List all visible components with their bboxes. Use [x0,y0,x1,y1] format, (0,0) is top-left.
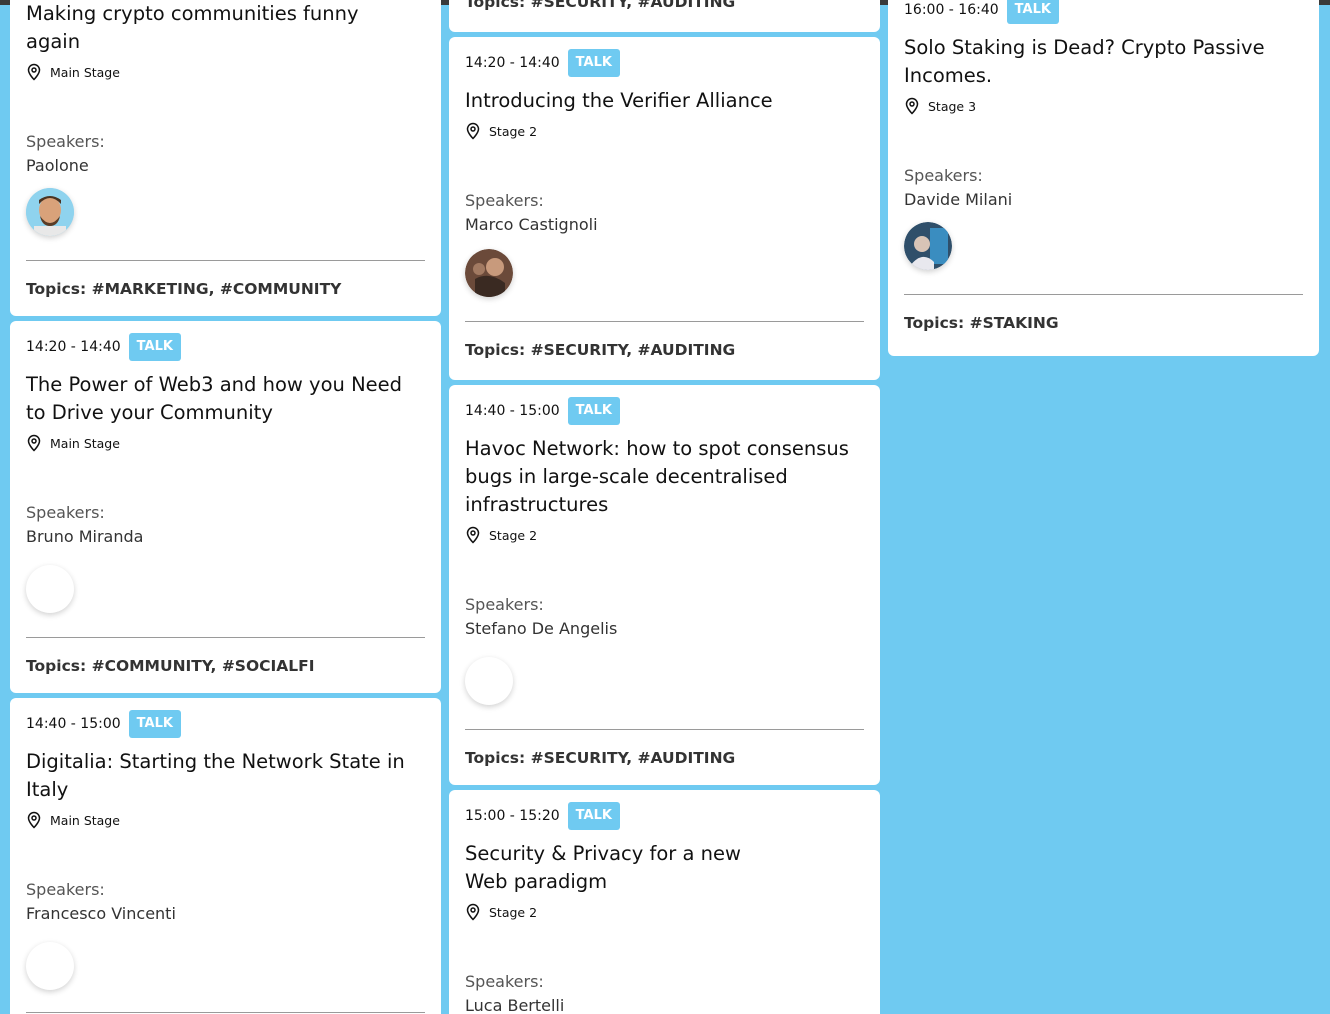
topics-label: Topics: [465,341,526,359]
session-topics: Topics: #MARKETING, #COMMUNITY [26,279,425,299]
session-time: 16:00 - 16:40 [904,2,999,18]
location-pin-icon [466,526,480,544]
session-time: 14:40 - 15:00 [465,403,560,419]
topics-list: #COMMUNITY, #SOCIALFI [91,657,315,675]
topics-list: #MARKETING, #COMMUNITY [91,280,342,298]
session-time-row: 16:00 - 16:40 TALK [904,0,1303,24]
topics-label: Topics: [904,314,965,332]
session-topics: Topics: #STAKING [904,313,1303,333]
session-location: Main Stage [26,810,425,830]
divider [26,1012,425,1013]
speakers-label: Speakers: [465,191,544,210]
session-type-badge: TALK [128,333,181,361]
location-pin-icon [466,122,480,140]
session-time: 14:20 - 14:40 [26,339,121,355]
location-pin-icon [27,811,41,829]
session-card[interactable]: 14:40 - 15:00 TALK Havoc Network: how to… [449,385,880,785]
session-time: 14:20 - 14:40 [465,55,560,71]
speaker-photo [26,188,74,236]
location-label: Stage 2 [489,123,538,139]
session-title[interactable]: The Power of Web3 and how you Need to Dr… [26,371,425,427]
speaker-name[interactable]: Francesco Vincenti [26,902,425,926]
session-title[interactable]: Havoc Network: how to spot consensus bug… [465,435,864,519]
speaker-avatar[interactable] [465,249,513,297]
session-type-badge: TALK [128,710,181,738]
session-type-badge: TALK [567,397,620,425]
speaker-avatar[interactable] [465,657,513,705]
session-time: 15:00 - 15:20 [465,808,560,824]
session-card[interactable]: 16:00 - 16:40 TALK Solo Staking is Dead?… [888,0,1319,356]
topics-label: Topics: [26,657,87,675]
session-card[interactable]: 14:40 - 15:00 TALK Digitalia: Starting t… [10,698,441,1014]
location-label: Main Stage [50,64,120,80]
divider [904,294,1303,295]
location-pin-icon [27,63,41,81]
session-location: Stage 2 [465,525,864,545]
session-title[interactable]: Solo Staking is Dead? Crypto Passive Inc… [904,34,1294,90]
session-time-row: 14:40 - 15:00 TALK [26,710,425,738]
speaker-name[interactable]: Paolone [26,154,425,178]
speakers-label: Speakers: [26,503,105,522]
session-title[interactable]: Digitalia: Starting the Network State in… [26,748,425,804]
divider [26,260,425,261]
session-time: 14:40 - 15:00 [26,716,121,732]
speaker-avatar[interactable] [26,565,74,613]
speaker-name[interactable]: Luca Bertelli [465,994,864,1014]
divider [465,321,864,322]
session-location: Main Stage [26,62,425,82]
session-card[interactable]: 14:20 - 14:40 TALK The Power of Web3 and… [10,321,441,693]
session-card[interactable]: Making crypto communities funny again Ma… [10,0,441,316]
location-pin-icon [27,434,41,452]
topics-label: Topics: [26,280,87,298]
session-type-badge: TALK [567,802,620,830]
topics-list: #STAKING [969,314,1059,332]
session-location: Stage 2 [465,121,864,141]
topics-label: Topics: [465,749,526,767]
speaker-name[interactable]: Bruno Miranda [26,525,425,549]
session-time-row: 15:00 - 15:20 TALK [465,802,864,830]
session-time-row: 14:20 - 14:40 TALK [465,49,864,77]
topics-list: #SECURITY, #AUDITING [530,341,736,359]
session-card[interactable]: 15:00 - 15:20 TALK Security & Privacy fo… [449,790,880,1014]
session-title[interactable]: Security & Privacy for a new Web paradig… [465,840,765,896]
session-time-row: 14:20 - 14:40 TALK [26,333,425,361]
divider [465,729,864,730]
speaker-name[interactable]: Stefano De Angelis [465,617,864,641]
speaker-photo [465,249,513,297]
speaker-name[interactable]: Marco Castignoli [465,213,864,237]
session-location: Stage 2 [465,902,864,922]
speakers-label: Speakers: [26,880,105,899]
location-label: Main Stage [50,812,120,828]
session-topics: Topics: #COMMUNITY, #SOCIALFI [26,656,425,676]
session-topics: Topics: #SECURITY, #AUDITING [465,340,864,360]
session-card[interactable]: Topics: #SECURITY, #AUDITING [449,0,880,32]
divider [26,637,425,638]
session-card[interactable]: 14:20 - 14:40 TALK Introducing the Verif… [449,37,880,380]
speaker-avatar[interactable] [904,222,952,270]
session-topics: Topics: #SECURITY, #AUDITING [465,748,864,768]
topics-list: #SECURITY, #AUDITING [530,749,736,767]
session-type-badge: TALK [567,49,620,77]
session-title[interactable]: Introducing the Verifier Alliance [465,87,864,115]
location-pin-icon [905,97,919,115]
speaker-name[interactable]: Davide Milani [904,188,1303,212]
speaker-avatar[interactable] [26,188,74,236]
session-location: Stage 3 [904,96,1303,116]
location-label: Stage 2 [489,527,538,543]
speakers-label: Speakers: [465,595,544,614]
session-time-row: 14:40 - 15:00 TALK [465,397,864,425]
location-label: Main Stage [50,435,120,451]
session-topics: Topics: #SECURITY, #AUDITING [465,0,736,11]
session-title[interactable]: Making crypto communities funny again [26,0,386,56]
speakers-label: Speakers: [904,166,983,185]
speakers-label: Speakers: [26,132,105,151]
location-label: Stage 2 [489,904,538,920]
location-label: Stage 3 [928,98,977,114]
location-pin-icon [466,903,480,921]
session-location: Main Stage [26,433,425,453]
session-type-badge: TALK [1006,0,1059,24]
speaker-avatar[interactable] [26,942,74,990]
speaker-photo [904,222,952,270]
speakers-label: Speakers: [465,972,544,991]
